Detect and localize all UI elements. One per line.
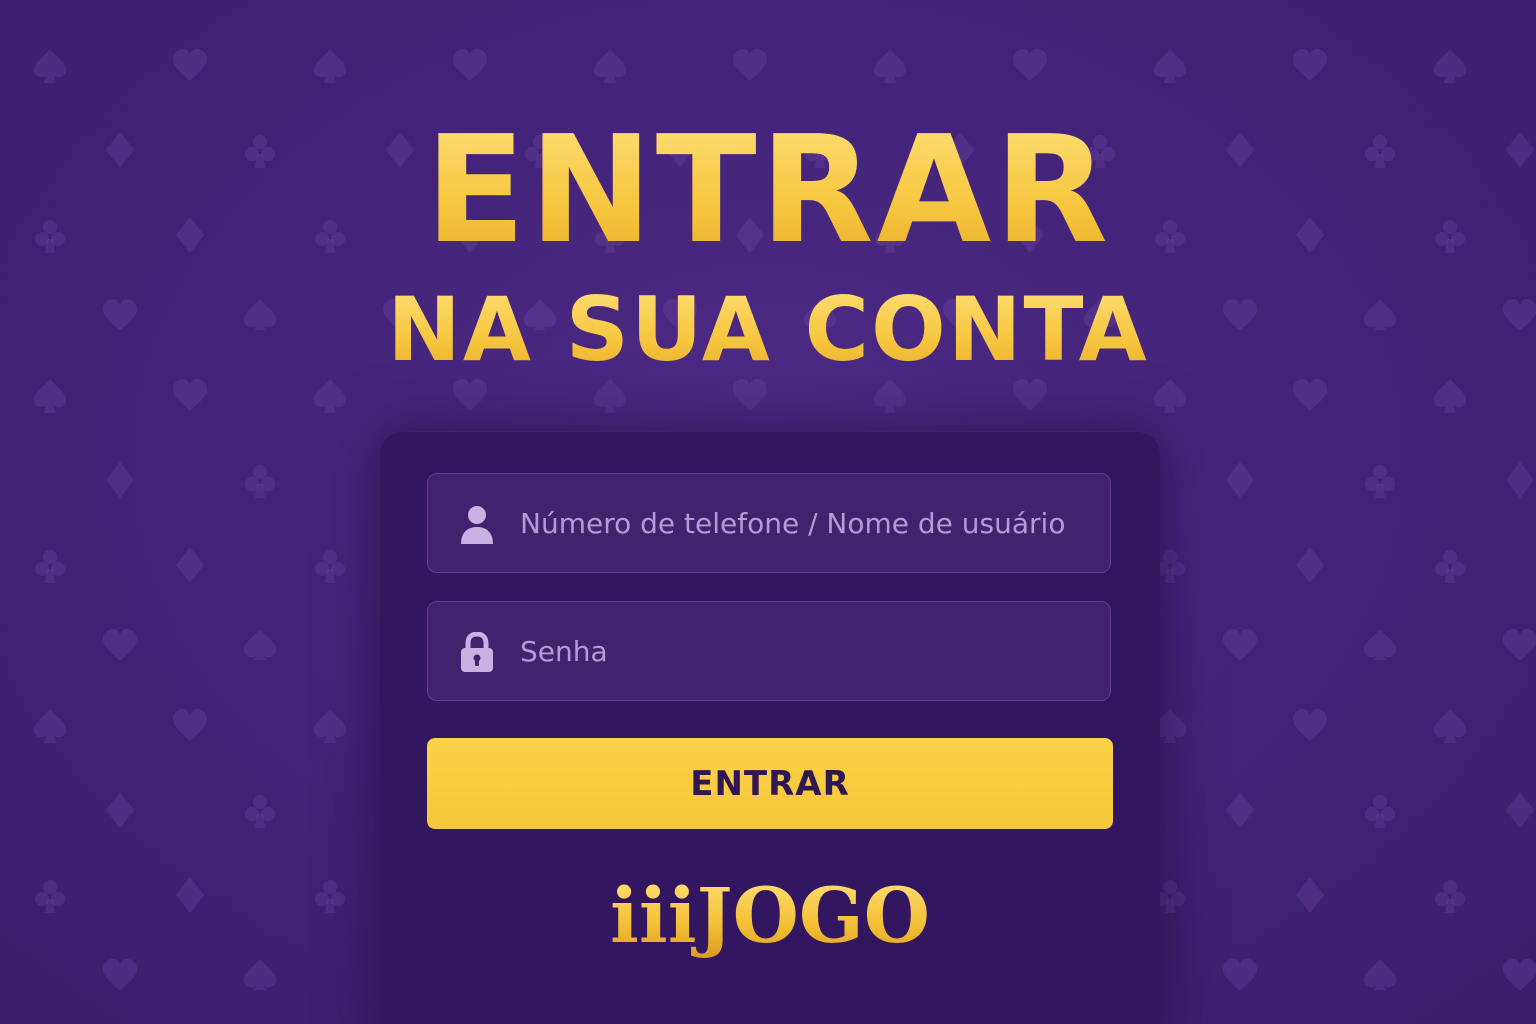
login-submit-button[interactable]: ENTRAR xyxy=(427,738,1113,829)
brand-logo: iiiJOGO xyxy=(380,871,1160,961)
page-subtitle: NA SUA CONTA xyxy=(0,280,1536,380)
user-icon xyxy=(458,504,496,544)
password-field[interactable] xyxy=(427,601,1111,701)
username-field[interactable] xyxy=(427,473,1111,573)
lock-icon xyxy=(458,631,496,672)
username-input[interactable] xyxy=(520,474,1090,572)
page-title: ENTRAR xyxy=(0,110,1536,270)
password-input[interactable] xyxy=(520,602,1090,700)
login-card: ENTRAR iiiJOGO xyxy=(380,431,1160,1024)
